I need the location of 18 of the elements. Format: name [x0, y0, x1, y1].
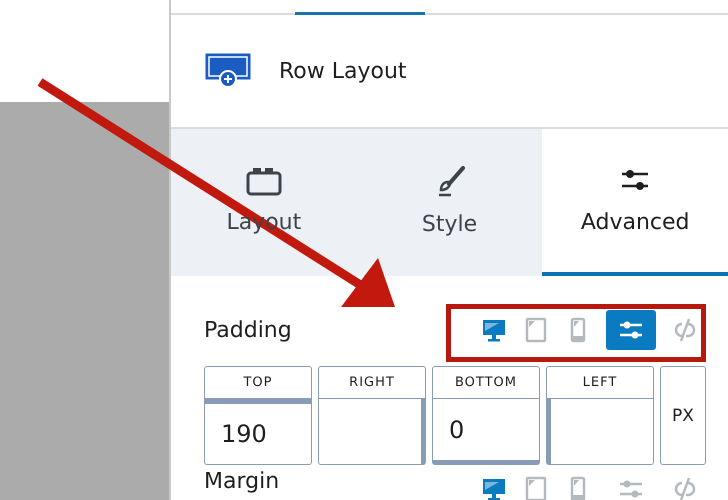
unit-button[interactable]: PX: [660, 366, 706, 465]
sliders-icon: [617, 319, 645, 341]
panel-tab[interactable]: Style: [356, 129, 542, 276]
side-label: LEFT: [546, 366, 654, 399]
input-field[interactable]: [546, 399, 654, 465]
layout-icon: [244, 166, 283, 196]
input-field[interactable]: 190: [204, 399, 312, 465]
input-field[interactable]: [318, 399, 426, 465]
sliders-icon: [617, 478, 645, 500]
input-field[interactable]: 0: [432, 399, 540, 465]
side-label: RIGHT: [318, 366, 426, 399]
setting-label: Padding: [204, 318, 292, 342]
side-label: BOTTOM: [432, 366, 540, 399]
side-label: TOP: [204, 366, 312, 399]
block-title: Row Layout: [279, 58, 407, 84]
custom-values-button[interactable]: [606, 310, 656, 350]
setting-label: Margin: [204, 469, 280, 494]
row-layout-icon: [205, 53, 251, 89]
